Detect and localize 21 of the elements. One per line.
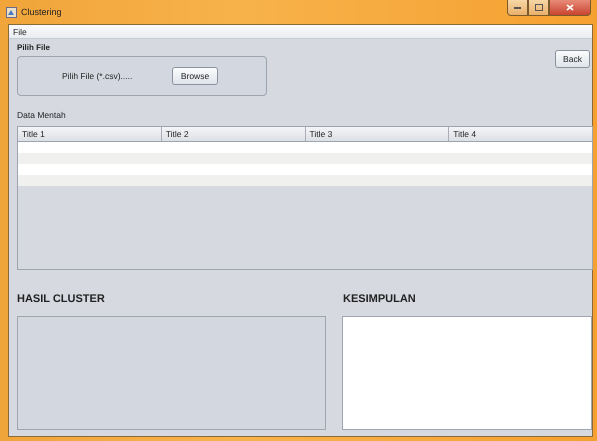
window-title: Clustering bbox=[21, 7, 62, 17]
minimize-icon bbox=[514, 6, 521, 9]
close-icon bbox=[566, 4, 574, 11]
section-title: KESIMPULAN bbox=[343, 293, 416, 305]
close-button[interactable] bbox=[549, 0, 591, 16]
file-label: Pilih File (*.csv)..... bbox=[62, 71, 134, 81]
section-title: HASIL CLUSTER bbox=[17, 293, 106, 305]
minimize-button[interactable] bbox=[507, 0, 528, 16]
section-title: Data Mentah bbox=[17, 110, 67, 122]
menu-item[interactable]: File bbox=[13, 26, 27, 36]
conclusion-text-area[interactable] bbox=[342, 316, 592, 430]
app-icon bbox=[6, 6, 17, 18]
maximize-icon bbox=[534, 4, 542, 11]
column-header[interactable]: Title 4 bbox=[449, 127, 592, 141]
maximize-button[interactable] bbox=[528, 0, 549, 16]
browse-button[interactable]: Browse bbox=[172, 67, 218, 85]
column-header[interactable]: Title 2 bbox=[162, 127, 306, 141]
column-header[interactable]: Title 1 bbox=[18, 127, 162, 141]
back-button[interactable]: Back bbox=[555, 50, 590, 68]
section-title: Pilih File bbox=[17, 43, 51, 52]
column-header[interactable]: Title 3 bbox=[306, 127, 450, 141]
